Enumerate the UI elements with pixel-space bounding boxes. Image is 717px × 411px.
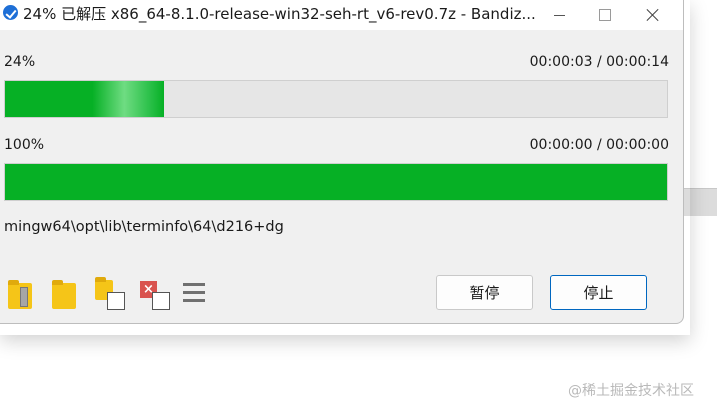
watermark-text: @稀土掘金技术社区: [568, 383, 694, 399]
file-progress-bar: [4, 80, 668, 118]
copy-to-folder-button[interactable]: [95, 277, 125, 310]
maximize-button[interactable]: [582, 0, 628, 30]
current-file-path: mingw64\opt\lib\terminfo\64\d216+dg: [4, 219, 284, 235]
pause-button[interactable]: 暂停: [436, 275, 533, 310]
page-icon: [152, 292, 170, 310]
total-progress-fill: [5, 164, 667, 200]
total-progress-percent: 100%: [4, 137, 45, 153]
menu-icon-line: [183, 299, 205, 302]
open-folder-button[interactable]: [52, 278, 82, 310]
extract-progress-window: 24% 已解压 x86_64-8.1.0-release-win32-seh-r…: [0, 0, 684, 324]
file-progress-time: 00:00:03 / 00:00:14: [529, 54, 669, 70]
maximize-icon: [599, 9, 611, 21]
file-progress-fill: [5, 81, 164, 117]
menu-button[interactable]: [183, 278, 213, 310]
close-icon: [646, 8, 660, 22]
close-button[interactable]: [630, 0, 676, 30]
menu-icon-line: [183, 291, 205, 294]
open-folder-icon: [52, 280, 76, 309]
open-archive-folder-button[interactable]: [8, 278, 38, 310]
title-bar[interactable]: 24% 已解压 x86_64-8.1.0-release-win32-seh-r…: [0, 0, 683, 30]
file-progress-percent: 24%: [4, 54, 36, 70]
total-progress-time: 00:00:00 / 00:00:00: [529, 137, 669, 153]
stop-button[interactable]: 停止: [550, 275, 647, 310]
window-title: 24% 已解压 x86_64-8.1.0-release-win32-seh-r…: [23, 5, 536, 23]
menu-icon: [183, 283, 205, 286]
zip-strip-icon: [20, 287, 28, 307]
minimize-icon: [553, 14, 565, 16]
bandizip-app-icon: [3, 5, 18, 20]
delete-file-button[interactable]: ×: [140, 278, 170, 310]
total-progress-bar: [4, 163, 668, 201]
page-icon: [107, 292, 125, 310]
minimize-button[interactable]: [536, 0, 582, 30]
